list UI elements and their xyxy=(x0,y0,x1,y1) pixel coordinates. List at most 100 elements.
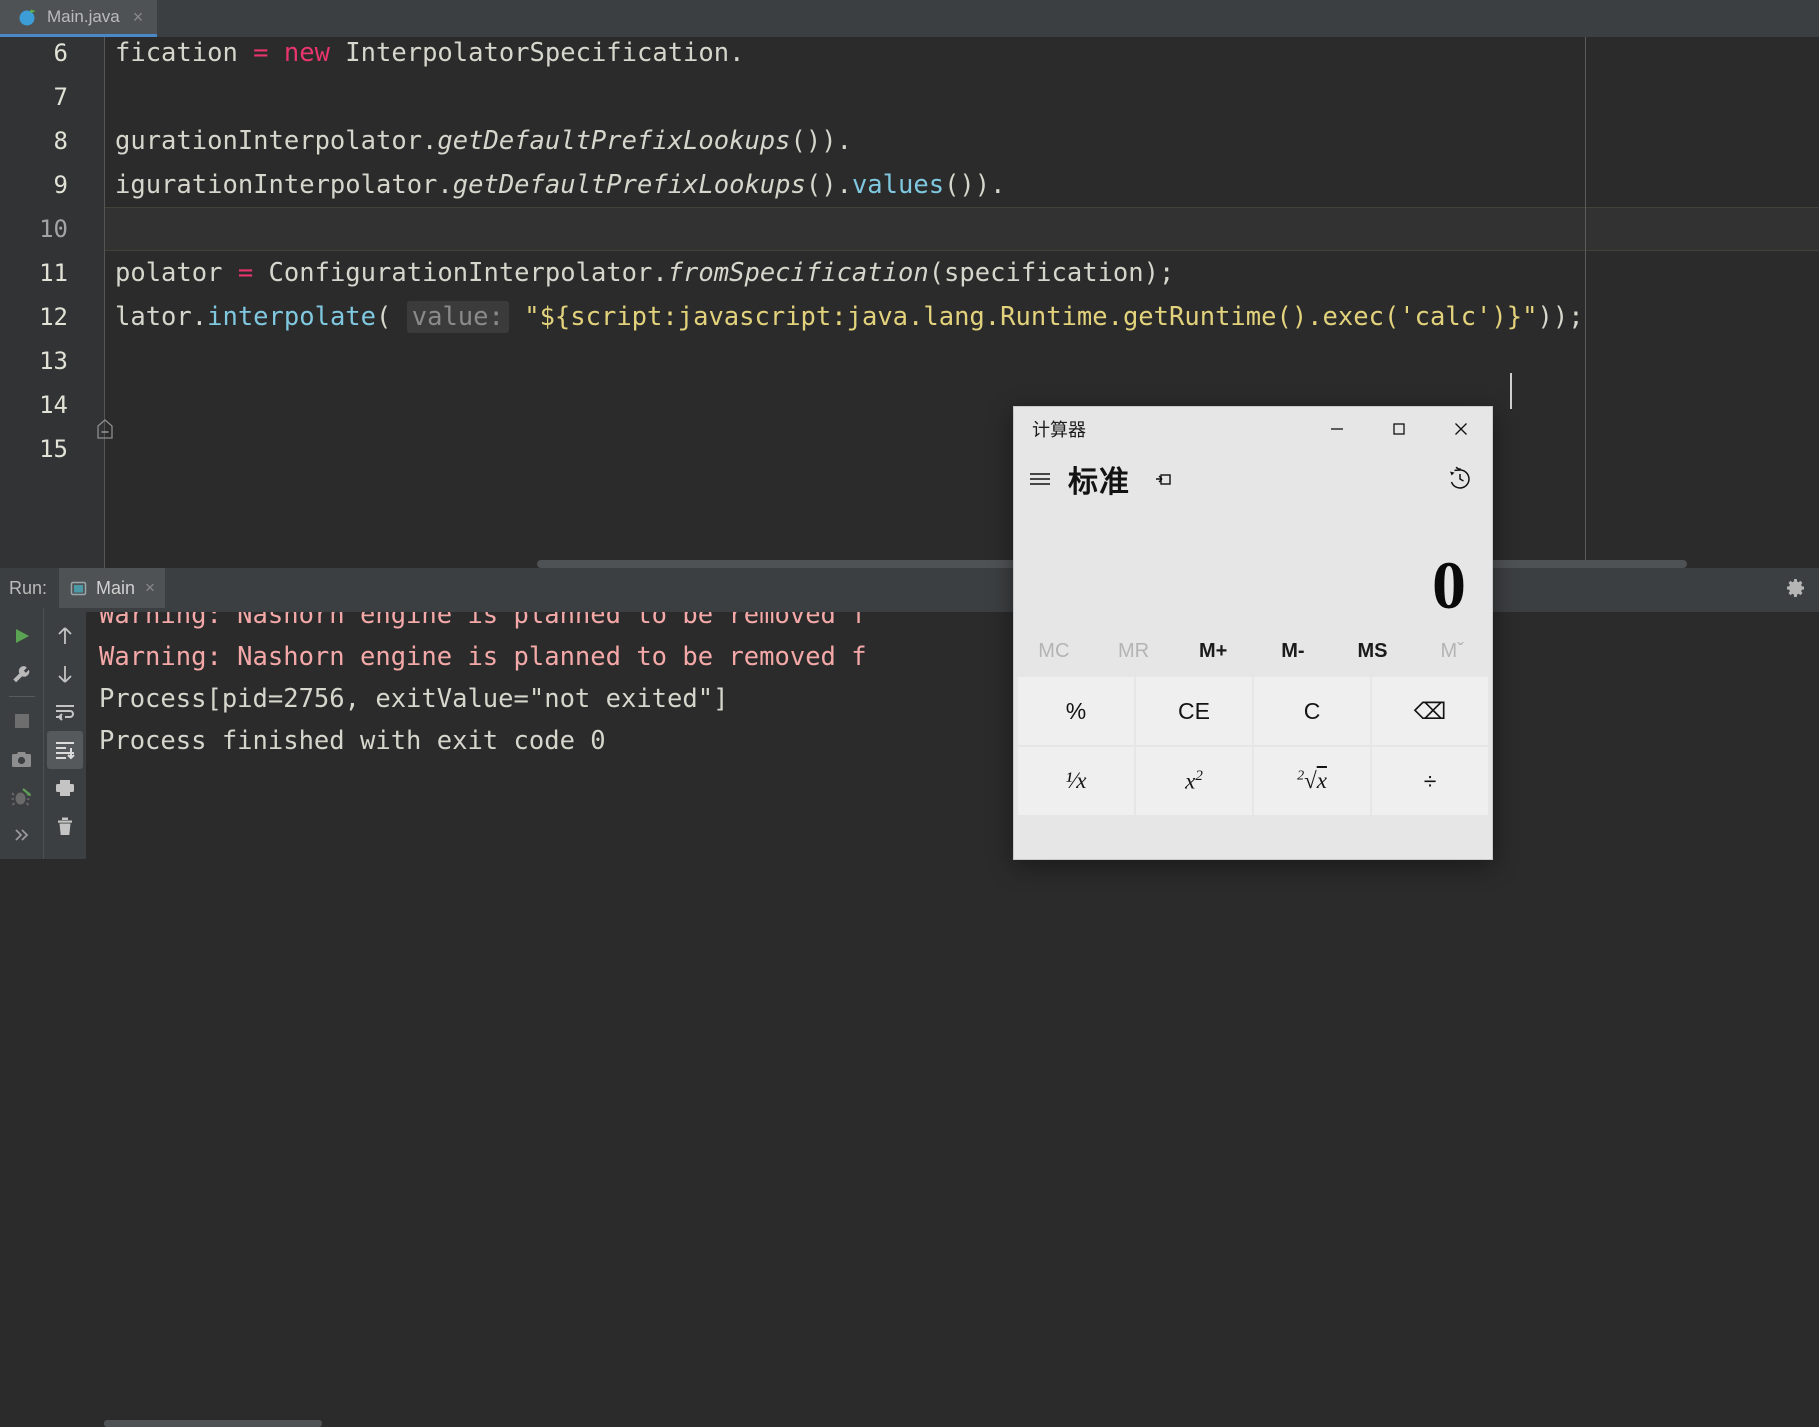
console-line: Warning: Nashorn engine is planned to be… xyxy=(99,636,867,678)
code-token: InterpolatorSpecification. xyxy=(330,38,745,68)
line-number: 9 xyxy=(8,163,68,207)
hamburger-menu-icon[interactable] xyxy=(1014,457,1066,501)
code-token: = xyxy=(253,38,268,68)
code-token: lator. xyxy=(115,302,207,332)
printer-icon[interactable] xyxy=(47,769,83,807)
scroll-to-end-icon[interactable] xyxy=(47,731,83,769)
console-line: Process[pid=2756, exitValue="not exited"… xyxy=(99,678,728,720)
line-number: 14 xyxy=(8,383,68,427)
code-token: polator xyxy=(115,258,238,288)
line-number-gutter: 6789101112131415 xyxy=(0,37,105,568)
line-number: 8 xyxy=(8,119,68,163)
code-token: ConfigurationInterpolator. xyxy=(253,258,668,288)
code-token: )); xyxy=(1537,302,1583,332)
wrap-text-icon[interactable] xyxy=(47,693,83,731)
code-line[interactable]: igurationInterpolator.getDefaultPrefixLo… xyxy=(115,163,1005,207)
code-token xyxy=(269,38,284,68)
bug-icon[interactable] xyxy=(4,778,40,816)
trash-icon[interactable] xyxy=(47,807,83,845)
code-token: (specification); xyxy=(929,258,1175,288)
rerun-button[interactable] xyxy=(4,617,40,655)
square-root-key[interactable]: 2√x xyxy=(1254,747,1370,815)
code-token: (). xyxy=(806,170,852,200)
editor-tab-label: Main.java xyxy=(47,7,120,27)
console-line: Warning: Nashorn engine is planned to be… xyxy=(99,612,867,636)
memory-button-mc: MC xyxy=(1014,627,1094,675)
calculator-window[interactable]: 计算器 标准 xyxy=(1014,407,1492,859)
line-number: 10 xyxy=(8,207,68,251)
code-line[interactable]: lator.interpolate( value: "${script:java… xyxy=(115,295,1584,339)
close-button[interactable] xyxy=(1430,407,1492,451)
ide-window: Main.java × 6789101112131415 fication = … xyxy=(0,0,1819,859)
code-token: = xyxy=(238,258,253,288)
code-line[interactable]: fication = new InterpolatorSpecification… xyxy=(115,37,744,75)
code-token: fromSpecification xyxy=(668,258,929,288)
code-editor[interactable]: 6789101112131415 fication = new Interpol… xyxy=(0,37,1819,568)
code-text-area[interactable]: fication = new InterpolatorSpecification… xyxy=(105,37,1819,568)
run-config-icon xyxy=(69,579,88,598)
run-tab-main[interactable]: Main × xyxy=(59,568,165,608)
calculator-mode-bar: 标准 xyxy=(1014,451,1492,507)
calculator-mode-label: 标准 xyxy=(1066,457,1144,501)
edit-configurations-button[interactable] xyxy=(4,655,40,693)
stop-button[interactable] xyxy=(4,702,40,740)
camera-icon[interactable] xyxy=(4,740,40,778)
maximize-button[interactable] xyxy=(1368,407,1430,451)
calculator-title-bar[interactable]: 计算器 xyxy=(1014,407,1492,451)
text-caret xyxy=(1510,373,1512,409)
memory-button-m-[interactable]: M- xyxy=(1253,627,1333,675)
clear-entry-key[interactable]: CE xyxy=(1136,677,1252,745)
minimize-button[interactable] xyxy=(1306,407,1368,451)
code-line[interactable]: polator = ConfigurationInterpolator.from… xyxy=(115,251,1174,295)
line-number: 13 xyxy=(8,339,68,383)
editor-tab-bar: Main.java × xyxy=(0,0,1819,37)
memory-button-m: Mˇ xyxy=(1412,627,1492,675)
run-tool-window-header: Run: Main × xyxy=(0,568,1819,608)
memory-button-ms[interactable]: MS xyxy=(1333,627,1413,675)
run-tab-label: Main xyxy=(96,578,135,599)
code-token: "${script:javascript:java.lang.Runtime.g… xyxy=(524,302,1537,332)
code-token: ( xyxy=(376,302,407,332)
line-number: 11 xyxy=(8,251,68,295)
calculator-display-value: 0 xyxy=(1432,551,1466,619)
run-tool-window: Run: Main × xyxy=(0,568,1819,859)
code-token: getDefaultPrefixLookups xyxy=(437,126,790,156)
calculator-keypad: %CEC⌫ ¹⁄xx22√x÷ xyxy=(1014,675,1492,859)
reciprocal-key[interactable]: ¹⁄x xyxy=(1018,747,1134,815)
run-toolbar-right xyxy=(43,608,86,859)
line-number: 15 xyxy=(8,427,68,471)
close-icon[interactable]: × xyxy=(129,8,144,26)
calculator-title: 计算器 xyxy=(1014,416,1086,442)
run-label: Run: xyxy=(0,578,59,599)
history-clock-icon[interactable] xyxy=(1438,457,1482,501)
code-token: getDefaultPrefixLookups xyxy=(453,170,806,200)
code-token: ()). xyxy=(791,126,852,156)
line-number: 12 xyxy=(8,295,68,339)
line-number: 7 xyxy=(8,75,68,119)
keep-on-top-icon[interactable] xyxy=(1144,459,1184,499)
console-line: Process finished with exit code 0 xyxy=(99,720,606,762)
calculator-memory-row: MCMRM+M-MSMˇ xyxy=(1014,627,1492,675)
close-icon[interactable]: × xyxy=(143,578,155,598)
code-token: values xyxy=(852,170,944,200)
more-button[interactable] xyxy=(4,816,40,854)
code-line[interactable]: gurationInterpolator.getDefaultPrefixLoo… xyxy=(115,119,852,163)
code-token: new xyxy=(284,38,330,68)
toolbar-divider xyxy=(9,696,35,697)
run-toolbar-left xyxy=(0,608,43,859)
settings-gear-icon[interactable] xyxy=(1785,577,1807,599)
divide-key[interactable]: ÷ xyxy=(1372,747,1488,815)
clear-key[interactable]: C xyxy=(1254,677,1370,745)
code-token: interpolate xyxy=(207,302,376,332)
percent-key[interactable]: % xyxy=(1018,677,1134,745)
square-key[interactable]: x2 xyxy=(1136,747,1252,815)
arrow-up-icon[interactable] xyxy=(47,617,83,655)
console-horizontal-scrollbar-thumb[interactable] xyxy=(104,1420,322,1427)
backspace-key[interactable]: ⌫ xyxy=(1372,677,1488,745)
memory-button-mr: MR xyxy=(1094,627,1174,675)
code-fold-marker-icon[interactable] xyxy=(96,418,114,440)
arrow-down-icon[interactable] xyxy=(47,655,83,693)
memory-button-m+[interactable]: M+ xyxy=(1173,627,1253,675)
console-output[interactable]: Warning: Nashorn engine is planned to be… xyxy=(86,612,1819,859)
editor-tab-main-java[interactable]: Main.java × xyxy=(0,0,157,37)
